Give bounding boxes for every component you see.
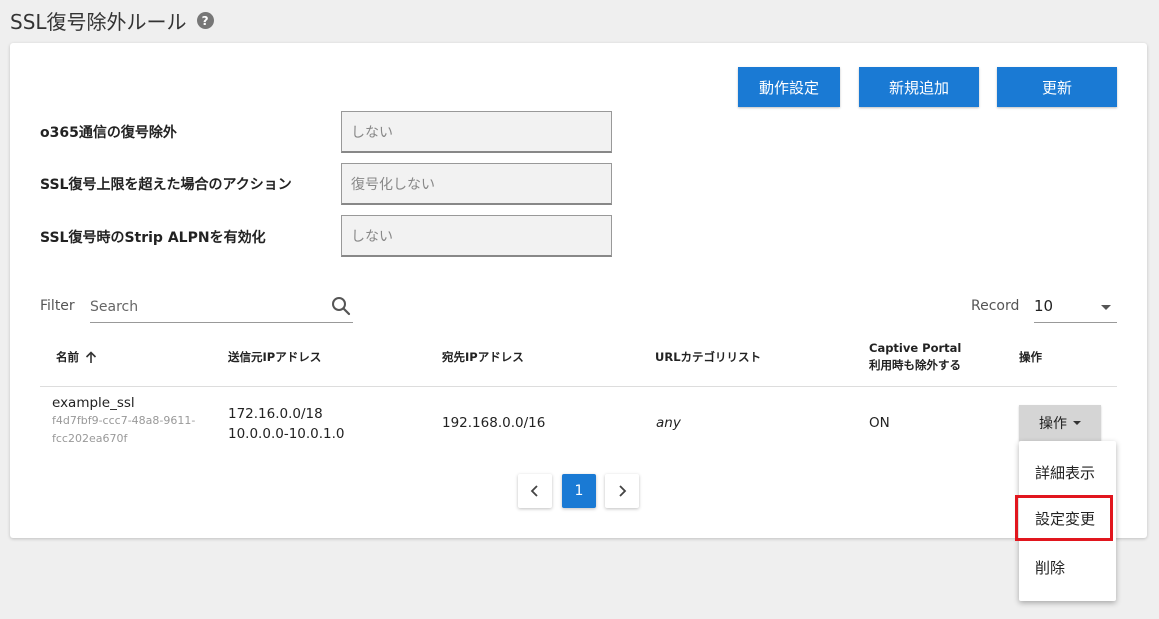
sort-arrow-up-icon <box>85 351 97 363</box>
row-captive: ON <box>869 415 890 431</box>
column-header-name[interactable]: 名前 <box>56 349 97 366</box>
next-page-button[interactable] <box>605 474 639 508</box>
action-settings-button[interactable]: 動作設定 <box>738 67 840 107</box>
column-header-source-ip: 送信元IPアドレス <box>228 350 322 364</box>
caret-down-icon <box>1073 421 1081 425</box>
chevron-right-icon <box>619 485 627 497</box>
row-uuid-line1: f4d7fbf9-ccc7-48a8-9611- <box>52 414 196 427</box>
refresh-button[interactable]: 更新 <box>997 67 1117 107</box>
column-header-url-category: URLカテゴリリスト <box>655 350 762 364</box>
search-box <box>90 293 353 323</box>
help-icon[interactable]: ? <box>196 12 214 29</box>
setting-value-strip-alpn: しない <box>341 215 612 257</box>
page-title: SSL復号除外ルール ? <box>10 6 214 35</box>
column-header-captive-portal: Captive Portal 利用時も除外する <box>869 340 961 374</box>
row-source-ip-1: 172.16.0.0/18 <box>228 406 323 422</box>
menu-item-edit-settings[interactable]: 設定変更 <box>1015 495 1113 541</box>
main-card: 動作設定 新規追加 更新 o365通信の復号除外 しない SSL復号上限を超えた… <box>10 43 1147 538</box>
new-add-button[interactable]: 新規追加 <box>859 67 979 107</box>
setting-label-strip-alpn: SSL復号時のStrip ALPNを有効化 <box>40 230 266 246</box>
row-source-ip: 172.16.0.0/18 10.0.0.0-10.0.1.0 <box>228 404 345 444</box>
prev-page-button[interactable] <box>518 474 552 508</box>
setting-value-o365: しない <box>341 111 612 153</box>
setting-label-ssl-limit: SSL復号上限を超えた場合のアクション <box>40 177 292 193</box>
setting-label-o365: o365通信の復号除外 <box>40 125 177 141</box>
row-url-category: any <box>656 415 681 431</box>
search-icon[interactable] <box>331 296 351 320</box>
captive-header-line2: 利用時も除外する <box>869 358 961 372</box>
actions-dropdown-menu: 詳細表示 設定変更 削除 <box>1015 441 1116 601</box>
record-select[interactable]: 10 <box>1034 293 1117 323</box>
setting-value-ssl-limit: 復号化しない <box>341 163 612 205</box>
caret-down-icon <box>1101 305 1111 310</box>
row-source-ip-2: 10.0.0.0-10.0.1.0 <box>228 426 345 442</box>
row-uuid-line2: fcc202ea670f <box>52 432 128 445</box>
record-select-value: 10 <box>1034 297 1054 315</box>
row-actions-button[interactable]: 操作 <box>1019 405 1101 441</box>
chevron-left-icon <box>530 485 538 497</box>
table-row: example_ssl f4d7fbf9-ccc7-48a8-9611- fcc… <box>52 394 195 448</box>
record-label: Record <box>971 298 1020 314</box>
column-header-dest-ip: 宛先IPアドレス <box>442 350 524 364</box>
menu-item-delete[interactable]: 削除 <box>1019 544 1116 590</box>
filter-label: Filter <box>40 298 75 314</box>
menu-item-details[interactable]: 詳細表示 <box>1019 449 1116 495</box>
search-input[interactable] <box>90 293 320 321</box>
captive-header-line1: Captive Portal <box>869 341 962 355</box>
row-dest-ip: 192.168.0.0/16 <box>442 415 546 431</box>
row-name: example_ssl <box>52 395 135 411</box>
table-divider <box>40 386 1117 387</box>
page-number-button[interactable]: 1 <box>562 474 596 508</box>
column-header-actions: 操作 <box>1019 350 1042 364</box>
page-title-text: SSL復号除外ルール <box>10 10 187 34</box>
